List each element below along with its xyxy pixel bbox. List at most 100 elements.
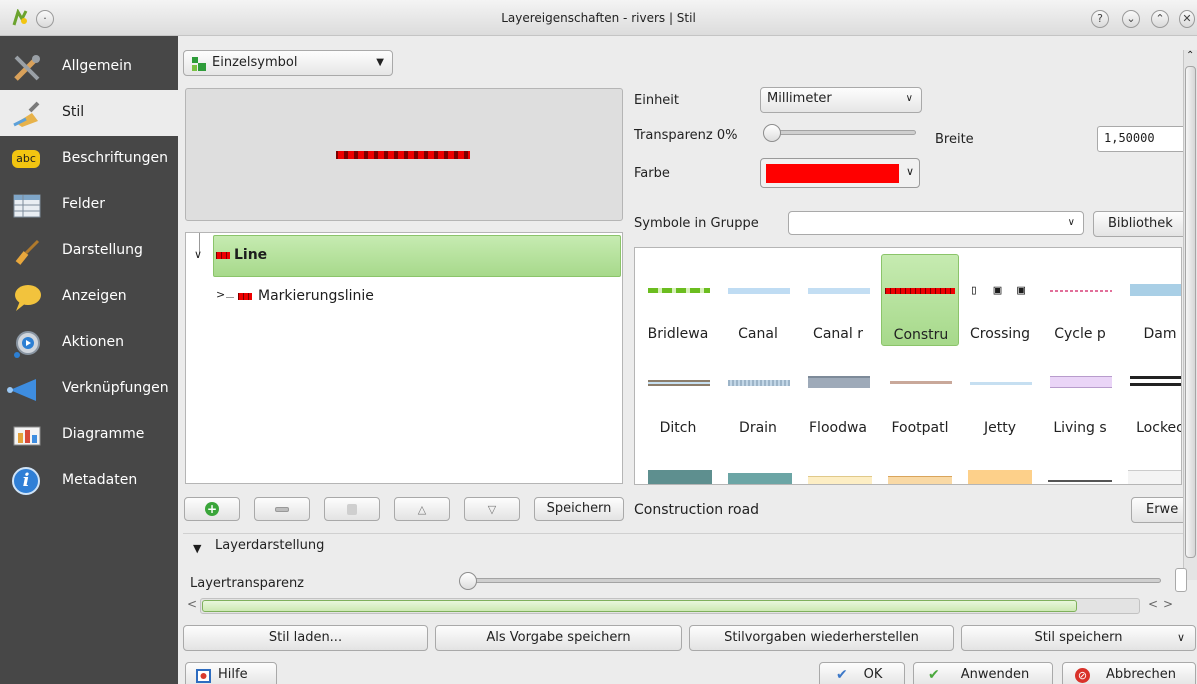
symbol-layer-tree[interactable]: ∨ Line > Markierungslinie [185,232,623,484]
scroll-right-small-icon[interactable]: > [1163,597,1173,611]
scroll-left-small-icon[interactable]: < [1148,597,1158,611]
symbol-name: Cycle p [1054,326,1106,342]
symbol-name: Ditch [659,420,697,436]
main-vertical-scrollbar[interactable]: ⌃ [1183,50,1197,580]
symbol-cell[interactable]: Canal r [799,254,877,346]
hilfe-button[interactable]: Hilfe [185,662,277,684]
crossing-swatch: ▯ ▣ ▣ [970,283,1030,298]
sidebar-item-label: Beschriftungen [62,150,169,166]
symbol-cell[interactable]: Bridlewa [639,254,717,346]
ok-button[interactable]: ✔ OK [819,662,905,684]
sidebar-item-felder[interactable]: Felder [0,182,178,228]
title-bar: · Layereigenschaften - rivers | Stil ? ⌄… [0,0,1197,36]
als-vorgabe-speichern-button[interactable]: Als Vorgabe speichern [435,625,682,651]
stilvorgaben-wiederherstellen-button[interactable]: Stilvorgaben wiederherstellen [689,625,954,651]
lock-symbol-layer-button[interactable] [324,497,380,521]
renderer-type-value: Einzelsymbol [212,55,298,70]
tree-child-label: Markierungslinie [258,288,374,304]
layertransparenz-spinbox[interactable] [1175,568,1187,592]
symbol-row-partial [648,470,1181,484]
sidebar-item-label: Darstellung [62,242,143,258]
sidebar-item-beschriftungen[interactable]: abc Beschriftungen [0,136,178,182]
canal-swatch [728,288,790,294]
anwenden-label: Anwenden [960,667,1030,682]
stil-laden-button[interactable]: Stil laden... [183,625,428,651]
horizontal-scrollbar[interactable] [200,598,1140,614]
bibliothek-button[interactable]: Bibliothek [1093,211,1188,237]
symbol-grid[interactable]: Bridlewa Canal Canal r Constru ▯ ▣ ▣ Cro… [634,247,1182,485]
chevron-down-icon: ∨ [905,93,913,104]
als-vorgabe-speichern-label: Als Vorgabe speichern [486,630,631,645]
collapse-triangle-icon[interactable]: ▼ [193,542,201,555]
lock-icon [347,504,357,515]
symbol-swatch [888,476,952,484]
scrollbar-thumb[interactable] [1185,66,1196,558]
stil-speichern-button[interactable]: Stil speichern ∨ [961,625,1196,651]
symbol-cell[interactable]: Ditch [639,348,717,440]
symbol-cell[interactable]: Floodwa [799,348,877,440]
symbol-group-combo[interactable]: ∨ [788,211,1084,235]
sidebar: Allgemein Stil abc Beschriftungen Felder… [0,36,178,684]
symbol-cell[interactable]: Jetty [961,348,1039,440]
preview-line-marks [336,151,470,159]
symbol-cell[interactable]: Cycle p [1041,254,1119,346]
symbol-cell[interactable]: Canal [719,254,797,346]
renderer-type-combo[interactable]: Einzelsymbol ▼ [183,50,393,76]
transparenz-slider[interactable] [766,130,916,135]
tree-row-markierungslinie[interactable]: > Markierungslinie [216,285,596,309]
abbrechen-button[interactable]: ⊘ Abbrechen [1062,662,1196,684]
symbol-cell[interactable]: ▯ ▣ ▣ Crossing [961,254,1039,346]
einheit-combo[interactable]: Millimeter ∨ [760,87,922,113]
scroll-left-arrow-icon[interactable]: < [187,597,197,611]
erweitert-label: Erwe [1146,502,1179,517]
bridleway-swatch [648,288,710,293]
abc-icon-text: abc [16,152,36,165]
move-down-button[interactable]: ▽ [464,497,520,521]
sidebar-item-allgemein[interactable]: Allgemein [0,44,178,90]
sidebar-item-darstellung[interactable]: Darstellung [0,228,178,274]
chevron-down-icon: ∨ [905,165,914,178]
checkmark-icon: ✔ [928,667,940,683]
add-symbol-layer-button[interactable]: + [184,497,240,521]
help-window-button[interactable]: ? [1091,10,1109,28]
sidebar-item-aktionen[interactable]: Aktionen [0,320,178,366]
checkmark-icon: ✔ [836,667,848,683]
transparenz-slider-handle[interactable] [763,124,781,142]
symbol-cell[interactable]: Footpatl [881,348,959,440]
sidebar-item-verknuepfungen[interactable]: Verknüpfungen [0,366,178,412]
sidebar-item-metadaten[interactable]: i Metadaten [0,458,178,504]
sidebar-item-diagramme[interactable]: Diagramme [0,412,178,458]
breite-field[interactable]: 1,50000 [1097,126,1187,152]
layertransparenz-slider-handle[interactable] [459,572,477,590]
symbol-name: Living s [1053,420,1107,436]
symbol-preview [185,88,623,221]
farbe-color-button[interactable]: ∨ [760,158,920,188]
single-symbol-icon [192,56,206,71]
minimize-button[interactable]: ⌄ [1122,10,1140,28]
erweitert-button[interactable]: Erwe [1131,497,1189,523]
symbol-cell[interactable]: Drain [719,348,797,440]
maximize-button[interactable]: ⌃ [1151,10,1169,28]
symbol-cell[interactable]: Living s [1041,348,1119,440]
sidebar-item-label: Allgemein [62,58,132,74]
sidebar-item-stil[interactable]: Stil [0,90,178,136]
symbol-cell-selected[interactable]: Constru [881,254,959,346]
symbol-cell[interactable]: Lockec [1121,348,1182,440]
save-symbol-button[interactable]: Speichern [534,497,624,521]
symbol-cell[interactable]: Dam [1121,254,1181,346]
triangle-down-icon: ▽ [487,503,497,516]
symbol-name: Lockec [1136,420,1182,436]
symbol-name: Canal r [813,326,863,342]
dam-swatch [1130,284,1181,296]
save-symbol-label: Speichern [546,501,612,516]
close-button[interactable]: ✕ [1179,10,1195,28]
ditch-swatch [648,380,710,386]
move-up-button[interactable]: △ [394,497,450,521]
remove-symbol-layer-button[interactable] [254,497,310,521]
tree-row-line[interactable]: ∨ Line [194,235,621,277]
layertransparenz-slider[interactable] [463,578,1161,583]
horizontal-scrollbar-thumb[interactable] [202,600,1077,612]
cancel-icon: ⊘ [1075,668,1090,683]
anwenden-button[interactable]: ✔ Anwenden [913,662,1053,684]
sidebar-item-anzeigen[interactable]: Anzeigen [0,274,178,320]
